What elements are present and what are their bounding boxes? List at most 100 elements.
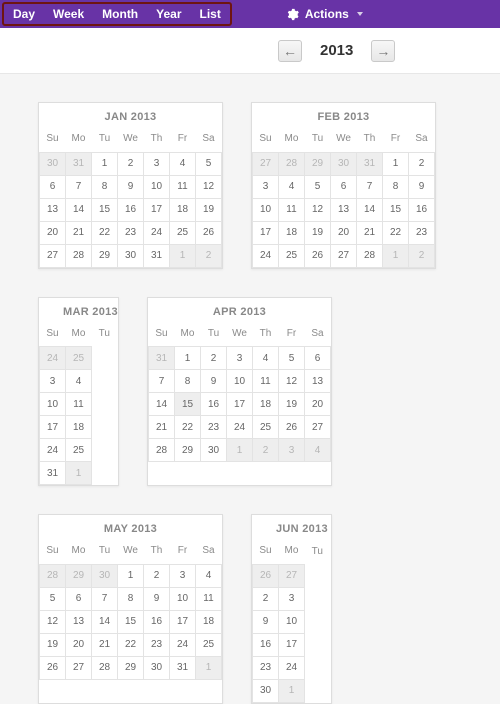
day-cell[interactable]: 25 xyxy=(66,347,92,370)
day-cell[interactable]: 15 xyxy=(383,198,409,221)
day-cell[interactable]: 2 xyxy=(118,152,144,175)
day-cell[interactable]: 4 xyxy=(305,439,331,462)
day-cell[interactable]: 5 xyxy=(279,347,305,370)
day-cell[interactable]: 10 xyxy=(253,198,279,221)
day-cell[interactable]: 29 xyxy=(92,244,118,267)
day-cell[interactable]: 1 xyxy=(66,462,92,485)
day-cell[interactable]: 14 xyxy=(149,393,175,416)
day-cell[interactable]: 26 xyxy=(196,221,222,244)
day-cell[interactable]: 27 xyxy=(305,416,331,439)
day-cell[interactable]: 17 xyxy=(144,198,170,221)
day-cell[interactable]: 13 xyxy=(305,370,331,393)
day-cell[interactable]: 26 xyxy=(279,416,305,439)
day-cell[interactable]: 7 xyxy=(92,587,118,610)
day-cell[interactable]: 26 xyxy=(253,564,279,587)
day-cell[interactable]: 26 xyxy=(40,656,66,679)
day-cell[interactable]: 17 xyxy=(40,416,66,439)
day-cell[interactable]: 13 xyxy=(40,198,66,221)
day-cell[interactable]: 24 xyxy=(144,221,170,244)
day-cell[interactable]: 9 xyxy=(201,370,227,393)
day-cell[interactable]: 8 xyxy=(118,587,144,610)
day-cell[interactable]: 8 xyxy=(175,370,201,393)
day-cell[interactable]: 2 xyxy=(409,152,435,175)
day-cell[interactable]: 3 xyxy=(279,587,305,610)
day-cell[interactable]: 1 xyxy=(196,656,222,679)
day-cell[interactable]: 28 xyxy=(149,439,175,462)
day-cell[interactable]: 7 xyxy=(357,175,383,198)
day-cell[interactable]: 1 xyxy=(279,679,305,702)
day-cell[interactable]: 3 xyxy=(253,175,279,198)
day-cell[interactable]: 14 xyxy=(92,610,118,633)
day-cell[interactable]: 4 xyxy=(196,564,222,587)
day-cell[interactable]: 12 xyxy=(279,370,305,393)
day-cell[interactable]: 30 xyxy=(253,679,279,702)
day-cell[interactable]: 28 xyxy=(279,152,305,175)
day-cell[interactable]: 31 xyxy=(40,462,66,485)
day-cell[interactable]: 2 xyxy=(409,244,435,267)
day-cell[interactable]: 28 xyxy=(357,244,383,267)
tab-day[interactable]: Day xyxy=(4,4,44,24)
day-cell[interactable]: 5 xyxy=(305,175,331,198)
day-cell[interactable]: 16 xyxy=(118,198,144,221)
day-cell[interactable]: 4 xyxy=(66,370,92,393)
day-cell[interactable]: 1 xyxy=(383,152,409,175)
day-cell[interactable]: 13 xyxy=(331,198,357,221)
day-cell[interactable]: 9 xyxy=(118,175,144,198)
day-cell[interactable]: 24 xyxy=(227,416,253,439)
day-cell[interactable]: 27 xyxy=(279,564,305,587)
day-cell[interactable]: 3 xyxy=(144,152,170,175)
prev-year-button[interactable]: ← xyxy=(278,40,302,62)
day-cell[interactable]: 15 xyxy=(92,198,118,221)
day-cell[interactable]: 12 xyxy=(305,198,331,221)
day-cell[interactable]: 18 xyxy=(196,610,222,633)
day-cell[interactable]: 15 xyxy=(175,393,201,416)
tab-year[interactable]: Year xyxy=(147,4,190,24)
day-cell[interactable]: 30 xyxy=(144,656,170,679)
day-cell[interactable]: 10 xyxy=(170,587,196,610)
day-cell[interactable]: 11 xyxy=(196,587,222,610)
day-cell[interactable]: 29 xyxy=(305,152,331,175)
day-cell[interactable]: 11 xyxy=(279,198,305,221)
day-cell[interactable]: 23 xyxy=(409,221,435,244)
day-cell[interactable]: 29 xyxy=(118,656,144,679)
day-cell[interactable]: 11 xyxy=(253,370,279,393)
day-cell[interactable]: 1 xyxy=(118,564,144,587)
day-cell[interactable]: 2 xyxy=(201,347,227,370)
day-cell[interactable]: 30 xyxy=(92,564,118,587)
day-cell[interactable]: 1 xyxy=(227,439,253,462)
day-cell[interactable]: 11 xyxy=(170,175,196,198)
day-cell[interactable]: 16 xyxy=(409,198,435,221)
day-cell[interactable]: 12 xyxy=(196,175,222,198)
day-cell[interactable]: 12 xyxy=(40,610,66,633)
day-cell[interactable]: 10 xyxy=(40,393,66,416)
day-cell[interactable]: 24 xyxy=(279,656,305,679)
day-cell[interactable]: 3 xyxy=(279,439,305,462)
day-cell[interactable]: 13 xyxy=(66,610,92,633)
day-cell[interactable]: 20 xyxy=(66,633,92,656)
day-cell[interactable]: 4 xyxy=(279,175,305,198)
day-cell[interactable]: 10 xyxy=(279,610,305,633)
day-cell[interactable]: 4 xyxy=(253,347,279,370)
day-cell[interactable]: 9 xyxy=(253,610,279,633)
day-cell[interactable]: 6 xyxy=(331,175,357,198)
day-cell[interactable]: 28 xyxy=(40,564,66,587)
day-cell[interactable]: 5 xyxy=(40,587,66,610)
day-cell[interactable]: 30 xyxy=(40,152,66,175)
day-cell[interactable]: 2 xyxy=(196,244,222,267)
tab-list[interactable]: List xyxy=(191,4,230,24)
day-cell[interactable]: 23 xyxy=(201,416,227,439)
day-cell[interactable]: 25 xyxy=(66,439,92,462)
day-cell[interactable]: 25 xyxy=(279,244,305,267)
day-cell[interactable]: 11 xyxy=(66,393,92,416)
tab-week[interactable]: Week xyxy=(44,4,93,24)
day-cell[interactable]: 14 xyxy=(66,198,92,221)
day-cell[interactable]: 7 xyxy=(66,175,92,198)
day-cell[interactable]: 7 xyxy=(149,370,175,393)
day-cell[interactable]: 27 xyxy=(66,656,92,679)
day-cell[interactable]: 21 xyxy=(149,416,175,439)
day-cell[interactable]: 25 xyxy=(196,633,222,656)
day-cell[interactable]: 5 xyxy=(196,152,222,175)
day-cell[interactable]: 19 xyxy=(40,633,66,656)
day-cell[interactable]: 17 xyxy=(170,610,196,633)
day-cell[interactable]: 6 xyxy=(40,175,66,198)
